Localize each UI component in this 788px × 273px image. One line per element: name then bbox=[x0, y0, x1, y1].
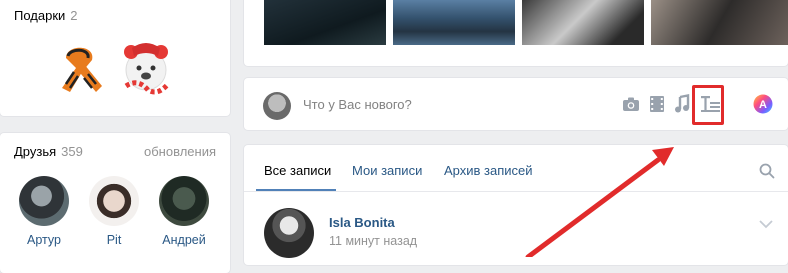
avatar[interactable] bbox=[263, 92, 291, 120]
friend-item[interactable]: Андрей bbox=[156, 176, 212, 247]
avatar[interactable] bbox=[19, 176, 69, 226]
friends-count: 359 bbox=[61, 144, 83, 159]
photo-thumbnail[interactable] bbox=[651, 0, 788, 45]
chevron-down-icon[interactable] bbox=[759, 217, 773, 229]
friend-item[interactable]: Pit bbox=[86, 176, 142, 247]
photo-thumbnail[interactable] bbox=[264, 0, 386, 45]
divider bbox=[244, 191, 788, 192]
gifts-count: 2 bbox=[70, 8, 78, 23]
ribbon-icon[interactable] bbox=[52, 38, 110, 96]
friend-item[interactable]: Артур bbox=[16, 176, 72, 247]
composer-input[interactable]: Что у Вас нового? bbox=[303, 97, 412, 112]
friends-title[interactable]: Друзья 359 bbox=[14, 144, 83, 159]
poster-icon[interactable]: A bbox=[753, 94, 773, 114]
avatar[interactable] bbox=[264, 208, 314, 258]
friend-name[interactable]: Артур bbox=[16, 233, 72, 247]
tab-my-posts[interactable]: Мои записи bbox=[352, 163, 422, 178]
search-icon[interactable] bbox=[759, 163, 775, 179]
bear-gift-icon[interactable] bbox=[118, 38, 176, 96]
friend-name[interactable]: Pit bbox=[86, 233, 142, 247]
friends-title-label[interactable]: Друзья bbox=[14, 144, 56, 159]
photo-thumbnail[interactable] bbox=[393, 0, 515, 45]
photos-block bbox=[244, 0, 788, 66]
friends-block: Друзья 359 обновления Артур Pit Андрей bbox=[0, 133, 230, 273]
video-icon[interactable] bbox=[647, 94, 667, 114]
avatar[interactable] bbox=[159, 176, 209, 226]
friends-updates-link[interactable]: обновления bbox=[144, 144, 216, 159]
avatar[interactable] bbox=[89, 176, 139, 226]
post-author[interactable]: Isla Bonita bbox=[329, 215, 395, 230]
friend-name[interactable]: Андрей bbox=[156, 233, 212, 247]
photo-thumbnail[interactable] bbox=[522, 0, 644, 45]
highlight-box bbox=[692, 85, 724, 125]
tab-archive[interactable]: Архив записей bbox=[444, 163, 533, 178]
wall-feed: Все записи Мои записи Архив записей Isla… bbox=[244, 145, 788, 265]
gifts-title-label[interactable]: Подарки bbox=[14, 8, 65, 23]
camera-icon[interactable] bbox=[621, 94, 641, 114]
svg-text:A: A bbox=[759, 99, 767, 111]
gifts-title[interactable]: Подарки 2 bbox=[14, 8, 78, 23]
tab-all-posts[interactable]: Все записи bbox=[264, 163, 331, 178]
post-time[interactable]: 11 минут назад bbox=[329, 234, 417, 248]
music-icon[interactable] bbox=[672, 94, 692, 114]
gifts-block: Подарки 2 bbox=[0, 0, 230, 116]
